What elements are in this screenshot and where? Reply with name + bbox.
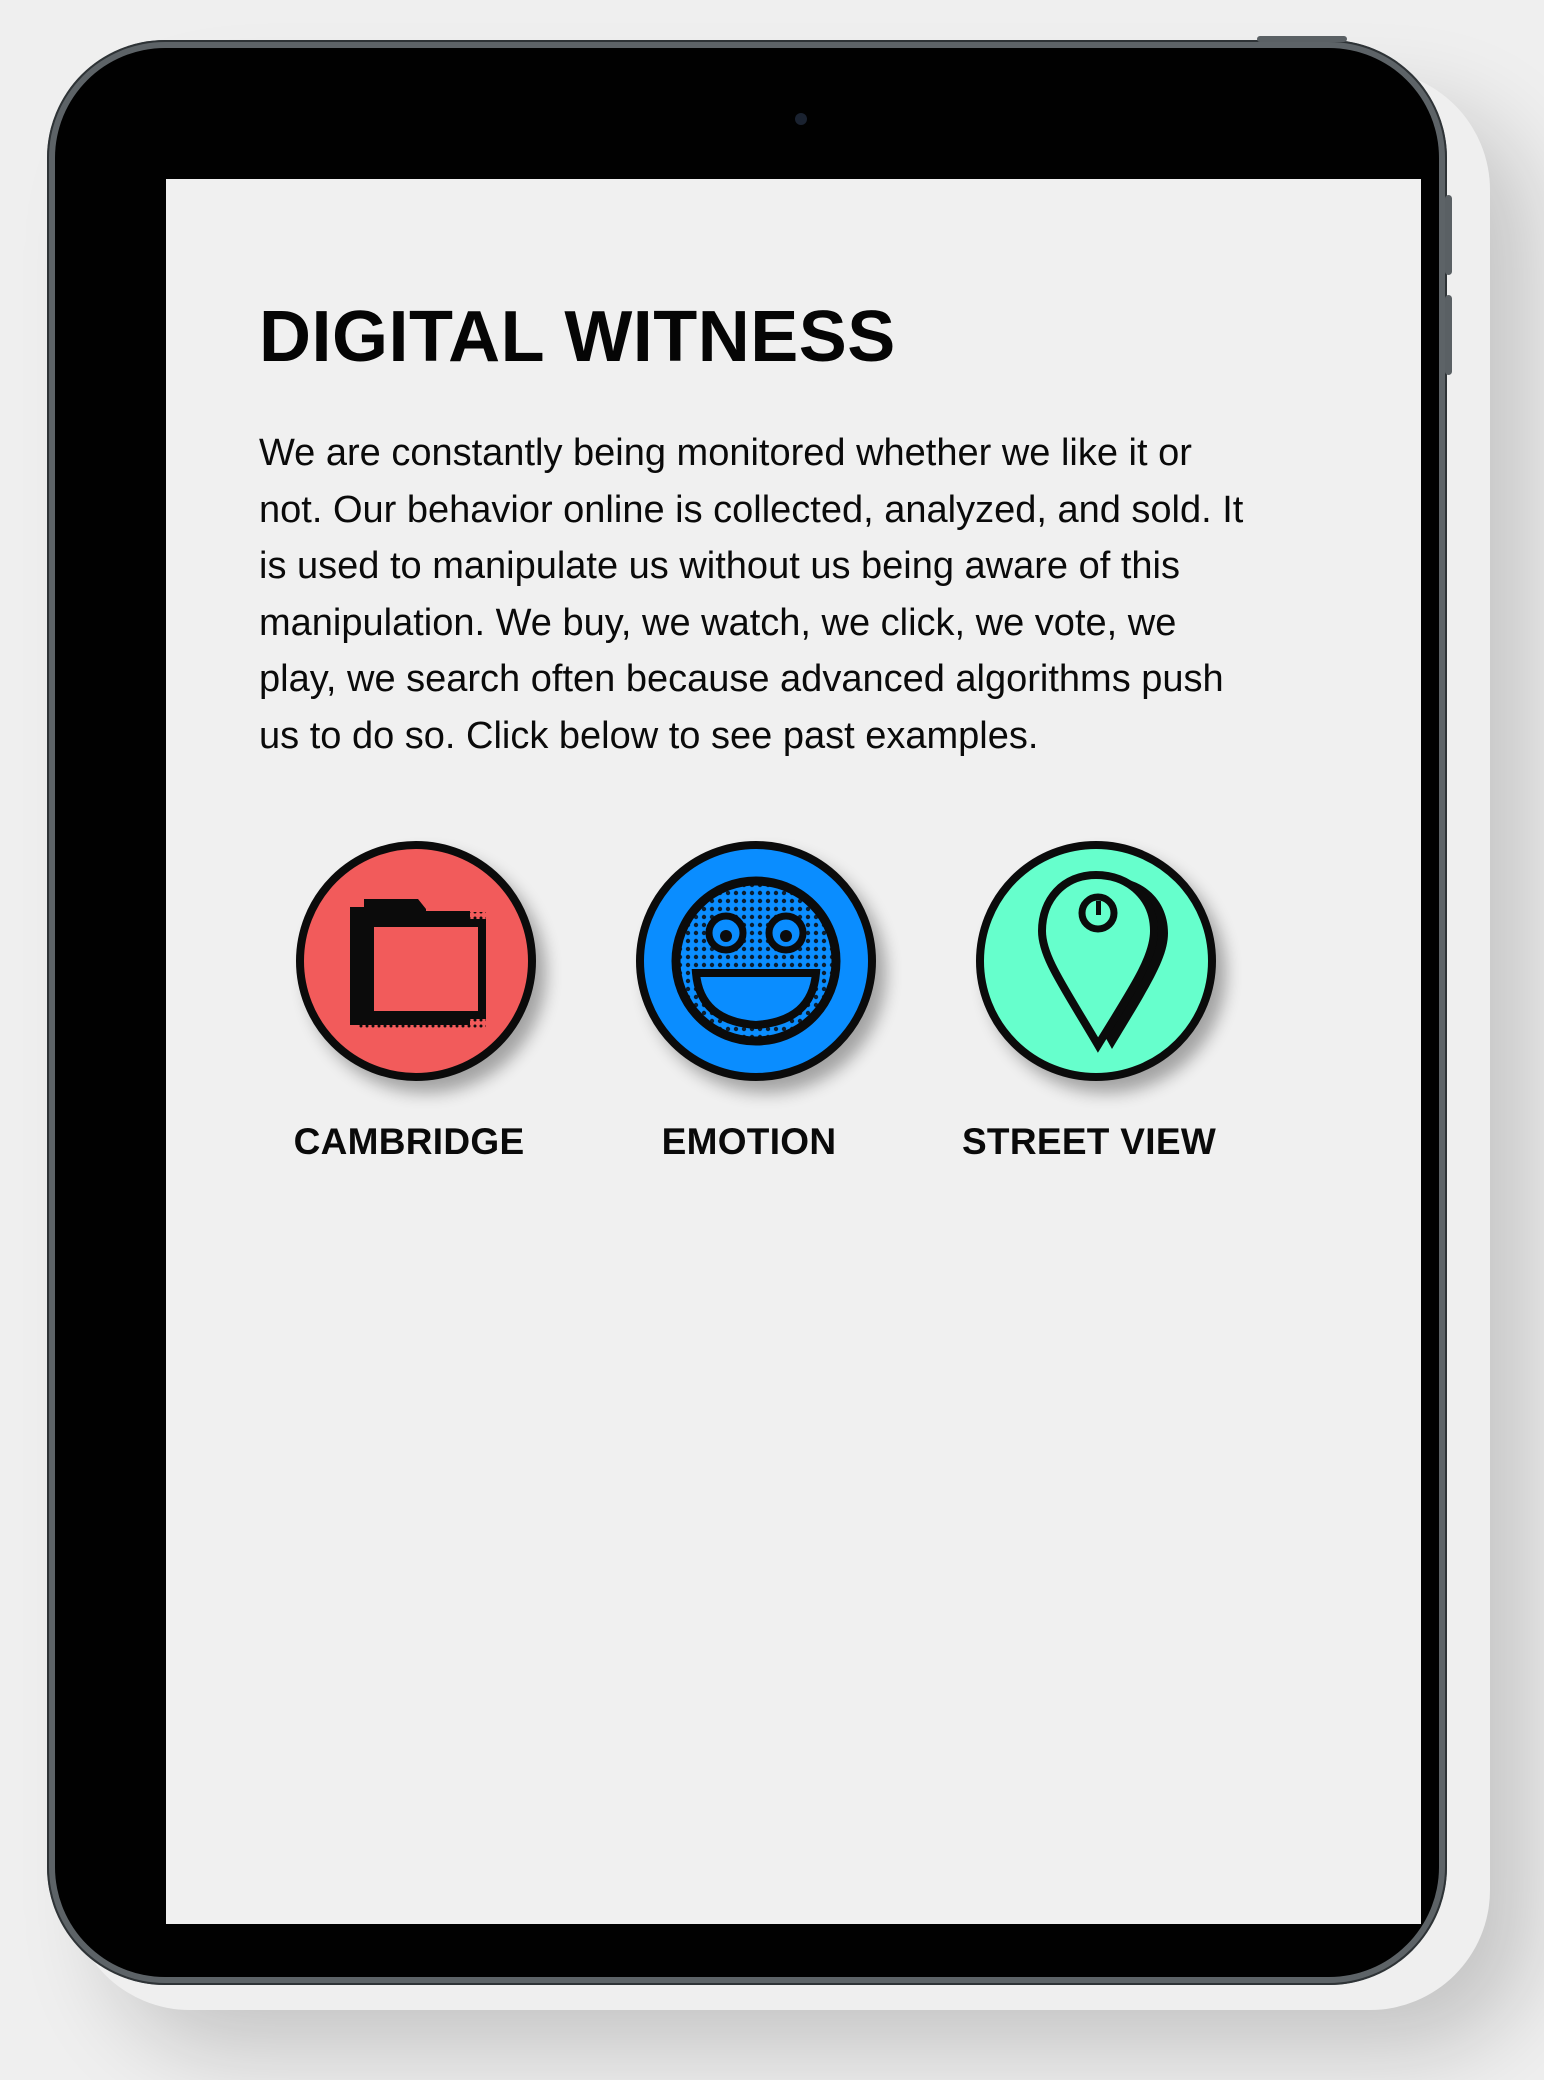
category-label: STREET VIEW [961,1121,1217,1162]
tablet-screen: DIGITAL WITNESS We are constantly being … [166,179,1421,1924]
volume-up-button [1445,195,1452,275]
cambridge-button[interactable] [296,841,536,1081]
category-street-view[interactable]: STREET VIEW [939,841,1239,1163]
map-pin-icon [1037,870,1168,1053]
volume-down-button [1445,295,1452,375]
street-view-button[interactable] [976,841,1216,1081]
category-label: CAMBRIDGE [293,1121,525,1162]
folder-icon [350,899,486,1030]
category-label: EMOTION [661,1121,837,1162]
top-button [1257,36,1347,42]
emotion-button[interactable] [636,841,876,1081]
category-cambridge[interactable]: CAMBRIDGE [259,841,559,1163]
intro-paragraph: We are constantly being monitored whethe… [259,432,1244,757]
tablet-frame: DIGITAL WITNESS We are constantly being … [47,36,1452,1985]
front-camera [795,113,807,125]
page-title: DIGITAL WITNESS [259,297,896,377]
smiley-face-icon [671,876,841,1046]
category-emotion[interactable]: EMOTION [599,841,899,1163]
